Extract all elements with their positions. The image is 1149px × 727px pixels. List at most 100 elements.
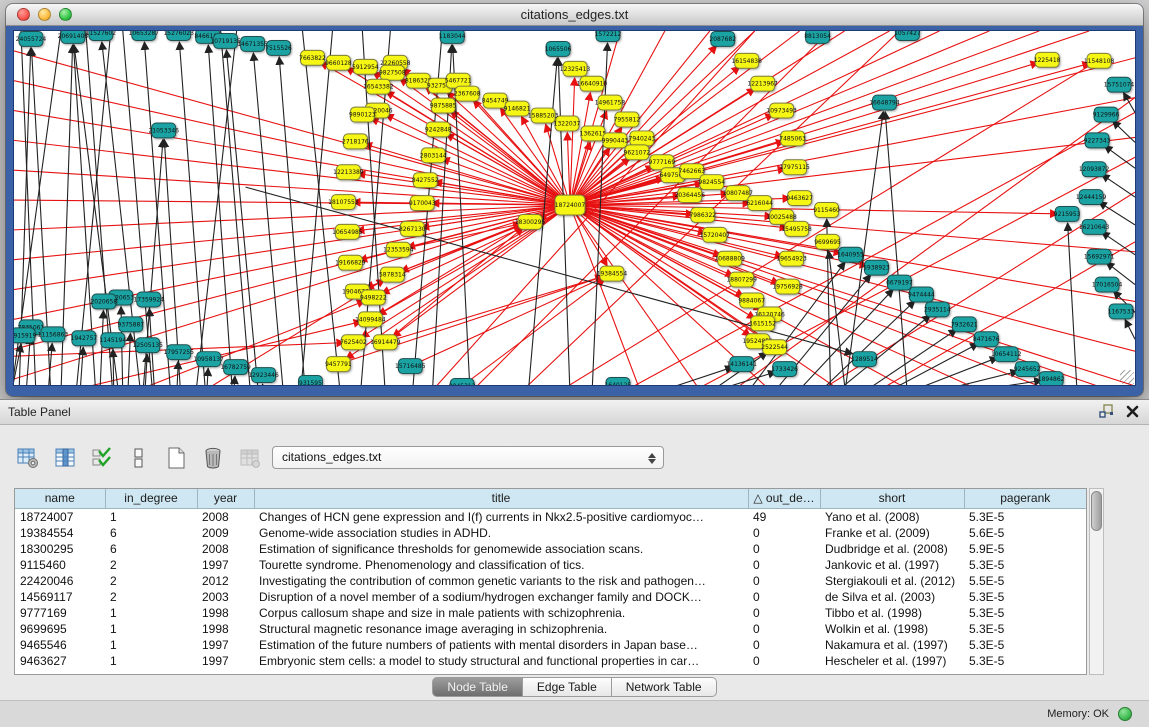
close-window-button[interactable] xyxy=(17,8,30,21)
column-header-name[interactable]: name xyxy=(15,489,105,508)
column-header-in_degree[interactable]: in_degree xyxy=(105,489,197,508)
scrollbar-thumb[interactable] xyxy=(1091,491,1102,531)
graph-node[interactable]: 19166829 xyxy=(335,255,366,270)
graph-node[interactable]: 9215953 xyxy=(1054,207,1081,222)
graph-node[interactable]: 19654923 xyxy=(776,251,807,266)
graph-node[interactable]: 17016504 xyxy=(1092,277,1123,292)
graph-node[interactable]: 1640125 xyxy=(605,378,632,386)
graph-node[interactable]: 15495758 xyxy=(781,221,812,236)
graph-node[interactable]: 2803144 xyxy=(420,148,447,163)
graph-node[interactable]: 7955812 xyxy=(614,112,641,127)
graph-node[interactable]: 20364456 xyxy=(675,188,706,203)
graph-node[interactable]: 931595 xyxy=(298,376,322,386)
graph-node[interactable]: 15885203 xyxy=(528,108,559,123)
graph-node[interactable]: 7940243 xyxy=(629,131,656,146)
graph-node[interactable]: 1572212 xyxy=(595,30,622,41)
graph-node[interactable]: 8427552 xyxy=(412,173,439,188)
graph-node[interactable]: 16154838 xyxy=(731,53,762,68)
network-canvas[interactable]: 2405572420691406115276021065328715276023… xyxy=(13,30,1136,386)
table-row[interactable]: 2242004622012Investigating the contribut… xyxy=(15,573,1086,589)
window-titlebar[interactable]: citations_edges.txt xyxy=(6,4,1143,26)
graph-node[interactable]: 19756928 xyxy=(772,279,803,294)
graph-node[interactable]: 12213389 xyxy=(333,165,364,180)
graph-node[interactable]: 24055724 xyxy=(16,31,47,46)
graph-node[interactable]: 10654112 xyxy=(991,347,1022,362)
graph-node[interactable]: 19384554 xyxy=(597,266,628,281)
graph-node[interactable]: 10958137 xyxy=(193,352,224,367)
column-chooser-icon[interactable] xyxy=(53,446,77,470)
table-scrollbar[interactable] xyxy=(1089,488,1104,675)
graph-node[interactable]: 7515526 xyxy=(265,40,292,55)
graph-node[interactable]: 1733426 xyxy=(771,362,798,377)
graph-node[interactable]: 17359924 xyxy=(134,292,165,307)
close-panel-icon[interactable] xyxy=(1126,405,1139,423)
zoom-window-button[interactable] xyxy=(59,8,72,21)
graph-node[interactable]: 14671355 xyxy=(237,36,268,51)
graph-node[interactable]: 9457791 xyxy=(325,357,352,372)
graph-node[interactable]: 12325413 xyxy=(560,61,591,76)
graph-node[interactable]: 12213967 xyxy=(747,76,778,91)
graph-node[interactable]: 2935114 xyxy=(924,302,951,317)
graph-node[interactable]: 9375887 xyxy=(117,317,144,332)
resize-grip-icon[interactable] xyxy=(1120,370,1134,384)
graph-node[interactable]: 1167533 xyxy=(1108,304,1135,319)
graph-node[interactable]: 1615152 xyxy=(749,316,776,331)
graph-node[interactable]: 9146821 xyxy=(504,101,531,116)
graph-node[interactable]: 12505135 xyxy=(133,338,164,353)
graph-node[interactable]: 9990443 xyxy=(602,133,629,148)
graph-node[interactable]: 11527602 xyxy=(86,30,117,40)
graph-node[interactable]: 5938923 xyxy=(863,260,890,275)
graph-node[interactable]: 2020658 xyxy=(91,294,118,309)
table-row[interactable]: 1938455462009Genome-wide association stu… xyxy=(15,525,1086,541)
graph-node[interactable]: 1065506 xyxy=(545,41,572,56)
graph-node[interactable]: 2367608 xyxy=(454,86,481,101)
graph-node[interactable]: 10973493 xyxy=(766,103,797,118)
graph-node[interactable]: 1183044 xyxy=(439,30,466,43)
tab-network-table[interactable]: Network Table xyxy=(612,677,717,697)
graph-node[interactable]: 9129966 xyxy=(1093,107,1120,122)
graph-node[interactable]: 2522544 xyxy=(761,340,788,355)
graph-node[interactable]: 15716485 xyxy=(395,359,426,374)
graph-node[interactable]: 18807299 xyxy=(726,272,757,287)
graph-node[interactable]: 12093872 xyxy=(1079,162,1110,177)
graph-node[interactable]: 9621072 xyxy=(624,145,651,160)
graph-node[interactable]: 14099484 xyxy=(355,312,386,327)
graph-node[interactable]: 12923446 xyxy=(248,368,279,383)
graph-node[interactable]: 9824554 xyxy=(698,175,725,190)
graph-node[interactable]: 10719135 xyxy=(210,33,241,48)
graph-node[interactable]: 21053346 xyxy=(149,123,180,138)
graph-node[interactable]: 15720407 xyxy=(700,227,731,242)
graph-node[interactable]: 1942757 xyxy=(71,331,98,346)
graph-node[interactable]: 9115460 xyxy=(813,203,840,218)
table-row[interactable]: 1456911722003Disruption of a novel membe… xyxy=(15,589,1086,605)
graph-node[interactable]: 7485063 xyxy=(779,131,806,146)
graph-node[interactable]: 17957255 xyxy=(163,345,194,360)
graph-node[interactable]: 6679197 xyxy=(886,275,913,290)
graph-node[interactable]: 6216044 xyxy=(746,196,773,211)
table-settings-icon[interactable] xyxy=(16,446,40,470)
graph-node[interactable]: 15751074 xyxy=(1104,77,1135,92)
table-row[interactable]: 946554611997Estimation of the future num… xyxy=(15,637,1086,653)
graph-node[interactable]: 8813054 xyxy=(804,30,831,43)
row-selection-icon[interactable] xyxy=(90,446,114,470)
graph-node[interactable]: 16210643 xyxy=(1079,219,1110,234)
graph-node[interactable]: 2087682 xyxy=(709,31,736,46)
graph-node[interactable]: 16648794 xyxy=(869,95,900,110)
graph-node[interactable]: 14136141 xyxy=(726,357,757,372)
graph-node[interactable]: 10654985 xyxy=(332,224,363,239)
graph-node[interactable]: 8045312 xyxy=(449,379,476,386)
graph-hub-node[interactable]: 18724007 xyxy=(555,195,586,215)
graph-node[interactable]: 1289514 xyxy=(851,352,878,367)
graph-node[interactable]: 9227343 xyxy=(1084,133,1111,148)
graph-node[interactable]: 10688809 xyxy=(714,251,745,266)
column-header-out_degree[interactable]: △ out_de… xyxy=(748,489,820,508)
graph-node[interactable]: 11548108 xyxy=(1084,53,1115,68)
graph-node[interactable]: 16543382 xyxy=(363,79,394,94)
graph-node[interactable]: 8267130 xyxy=(399,221,426,236)
graph-node[interactable]: 7663822 xyxy=(299,50,326,65)
delete-table-icon[interactable] xyxy=(201,446,225,470)
graph-node[interactable]: 16914479 xyxy=(370,335,401,350)
float-panel-icon[interactable] xyxy=(1099,404,1114,423)
graph-node[interactable]: 2718176 xyxy=(342,134,369,149)
tab-edge-table[interactable]: Edge Table xyxy=(523,677,612,697)
